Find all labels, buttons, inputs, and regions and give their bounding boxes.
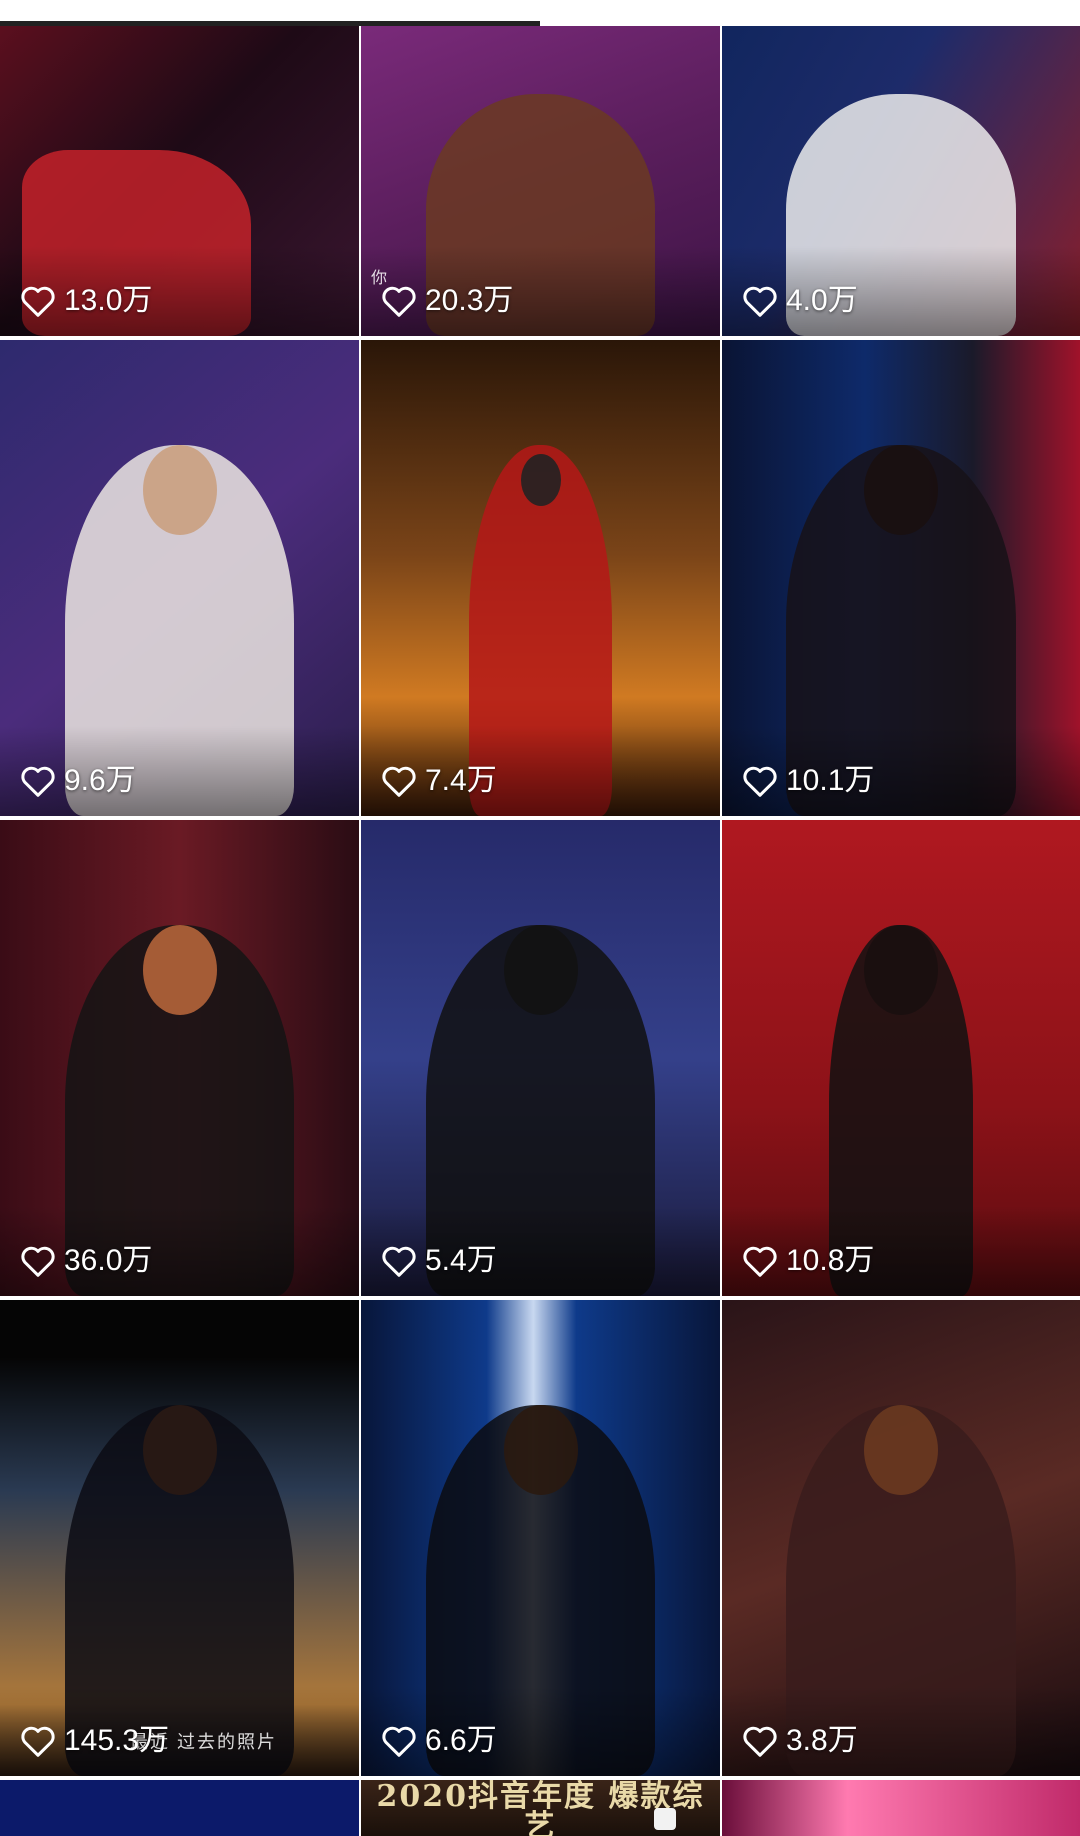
- like-count-text: 10.8万: [786, 1244, 875, 1277]
- corner-badge-icon: [654, 1808, 676, 1830]
- video-tile[interactable]: 7.4万: [361, 340, 720, 816]
- heart-outline-icon: [21, 766, 55, 797]
- like-count-text: 6.6万: [425, 1724, 497, 1757]
- like-count: 20.3万: [381, 284, 513, 318]
- like-count: 36.0万: [20, 1244, 152, 1278]
- heart-outline-icon: [382, 286, 416, 317]
- video-grid: 13.0万 你 20.3万 4.0万 9.6万 7.4万 10.1万 36.0万…: [0, 26, 1080, 1836]
- top-bar: [0, 0, 1080, 26]
- video-tile[interactable]: [722, 1780, 1080, 1836]
- heart-outline-icon: [743, 286, 777, 317]
- video-tile[interactable]: 你 20.3万: [361, 26, 720, 336]
- like-count: 6.6万: [381, 1724, 497, 1758]
- like-count: 13.0万: [20, 284, 152, 318]
- video-tile[interactable]: 2020抖音年度 爆款综艺: [361, 1780, 720, 1836]
- video-tile[interactable]: [0, 1780, 359, 1836]
- like-count: 145.3万: [20, 1724, 169, 1758]
- heart-outline-icon: [743, 766, 777, 797]
- like-count: 9.6万: [20, 764, 136, 798]
- like-count: 4.0万: [742, 284, 858, 318]
- video-tile[interactable]: 9.6万: [0, 340, 359, 816]
- video-tile[interactable]: 最近 过去的照片 145.3万: [0, 1300, 359, 1776]
- heart-outline-icon: [21, 1246, 55, 1277]
- video-tile[interactable]: 36.0万: [0, 820, 359, 1296]
- heart-outline-icon: [382, 1726, 416, 1757]
- like-count-text: 5.4万: [425, 1244, 497, 1277]
- like-count-text: 4.0万: [786, 284, 858, 317]
- heart-outline-icon: [21, 1726, 55, 1757]
- video-tile[interactable]: 6.6万: [361, 1300, 720, 1776]
- like-count-text: 13.0万: [64, 284, 153, 317]
- like-count: 5.4万: [381, 1244, 497, 1278]
- like-count-text: 7.4万: [425, 764, 497, 797]
- like-count-text: 9.6万: [64, 764, 136, 797]
- video-tile[interactable]: 10.8万: [722, 820, 1080, 1296]
- like-count-text: 10.1万: [786, 764, 875, 797]
- like-count: 3.8万: [742, 1724, 858, 1758]
- video-tile[interactable]: 13.0万: [0, 26, 359, 336]
- heart-outline-icon: [743, 1246, 777, 1277]
- like-count: 10.1万: [742, 764, 874, 798]
- like-count: 7.4万: [381, 764, 497, 798]
- video-tile[interactable]: 4.0万: [722, 26, 1080, 336]
- like-count-text: 36.0万: [64, 1244, 153, 1277]
- heart-outline-icon: [382, 766, 416, 797]
- video-tile[interactable]: 10.1万: [722, 340, 1080, 816]
- video-tile[interactable]: 3.8万: [722, 1300, 1080, 1776]
- heart-outline-icon: [21, 286, 55, 317]
- video-tile[interactable]: 5.4万: [361, 820, 720, 1296]
- heart-outline-icon: [743, 1726, 777, 1757]
- heart-outline-icon: [382, 1246, 416, 1277]
- like-count-text: 3.8万: [786, 1724, 858, 1757]
- like-count: 10.8万: [742, 1244, 874, 1278]
- like-count-text: 20.3万: [425, 284, 514, 317]
- like-count-text: 145.3万: [64, 1724, 170, 1757]
